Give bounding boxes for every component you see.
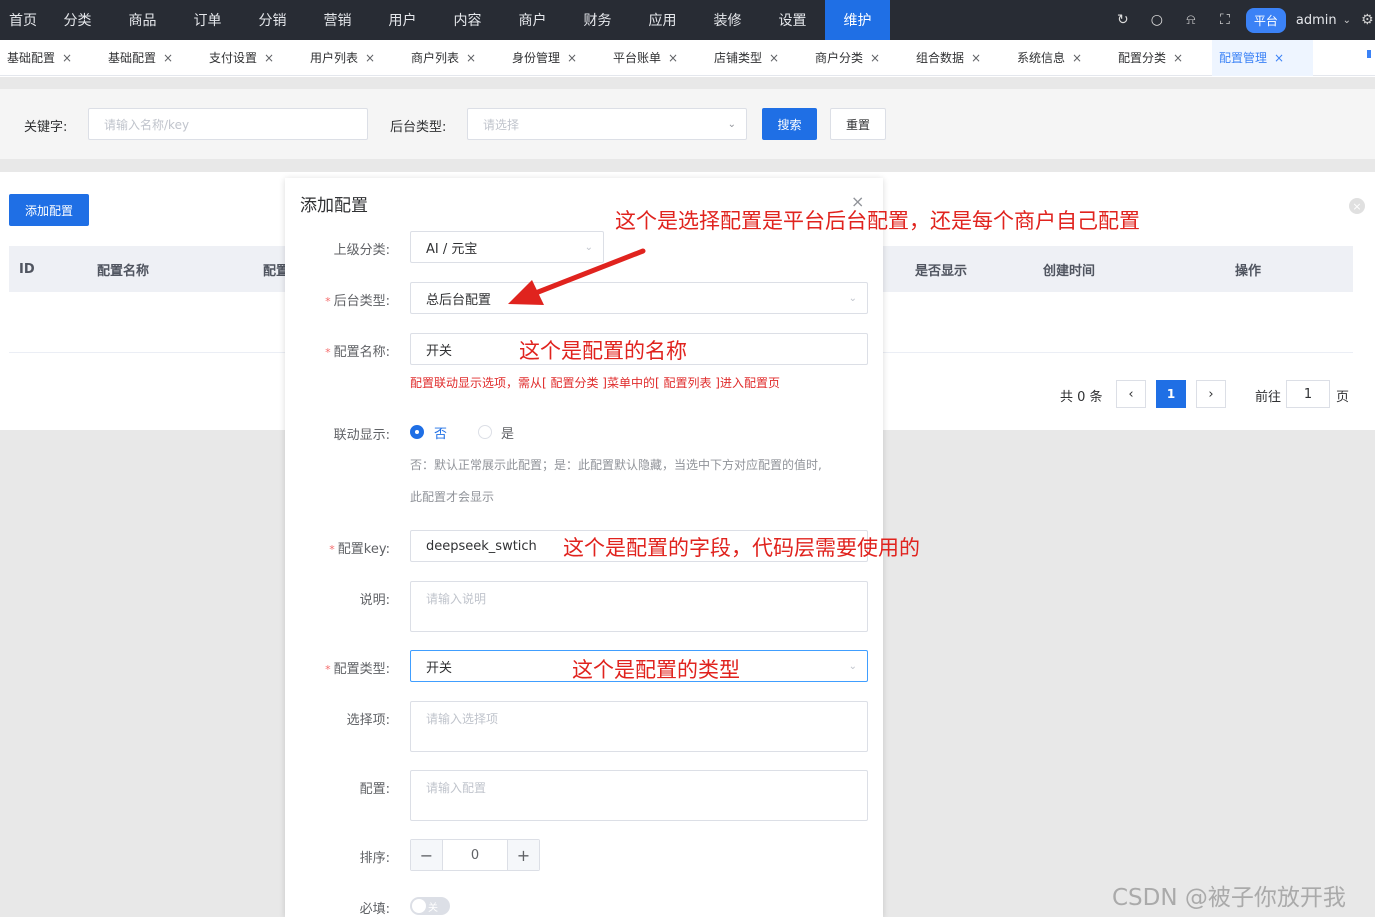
annotation-backend-type: 这个是选择配置是平台后台配置，还是每个商户自己配置 xyxy=(615,209,1140,233)
arrow-shaft xyxy=(525,248,646,299)
annotation-arrow xyxy=(508,248,646,305)
annotation-config-key: 这个是配置的字段，代码层需要使用的 xyxy=(563,536,920,560)
annotation-config-name: 这个是配置的名称 xyxy=(519,339,687,363)
watermark: CSDN @被子你放开我 xyxy=(1112,885,1346,911)
annotation-config-type: 这个是配置的类型 xyxy=(572,658,740,682)
